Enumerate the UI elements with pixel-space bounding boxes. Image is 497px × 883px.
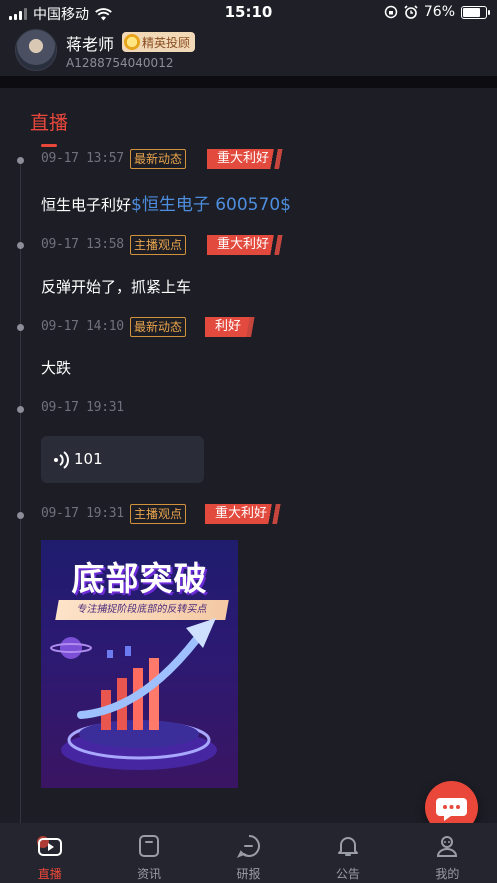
bell-icon (337, 837, 358, 856)
status-bar: 中国移动 15:10 76% (0, 0, 497, 26)
teacher-name: 蒋老师 (66, 35, 115, 54)
entry-time: 09-17 13:58 (41, 237, 124, 252)
voice-wave-icon (54, 451, 69, 469)
entry-time: 09-17 19:31 (41, 506, 124, 521)
tab-label: 资讯 (137, 867, 162, 881)
battery-percent: 76% (423, 4, 455, 20)
header-divider (0, 76, 497, 88)
chat-button[interactable] (425, 781, 478, 823)
status-right: 76% (384, 4, 490, 20)
rotation-lock-icon (384, 5, 398, 19)
battery-icon (461, 5, 490, 19)
tab-label: 直播 (37, 867, 62, 881)
profile-icon (437, 836, 458, 857)
impact-tag: 重大利好 (207, 149, 286, 169)
entry-time: 09-17 14:10 (41, 319, 124, 334)
tab-label: 研报 (236, 867, 261, 881)
section-title-underline (41, 144, 57, 147)
live-feed[interactable]: 直播 09-17 13:57 最新动态 重大利好 恒生电子利好$恒生电子 600… (0, 88, 497, 823)
chat-bubble-icon (436, 798, 467, 821)
tab-report[interactable]: 研报 (199, 823, 298, 883)
timeline-dot (17, 324, 24, 331)
medal-icon (124, 34, 140, 50)
voice-duration: 101 (74, 450, 103, 468)
profile-header: 蒋老师 精英投顾 A1288754040012 (0, 26, 497, 76)
timeline-dot (17, 242, 24, 249)
entry-time: 09-17 19:31 (41, 400, 124, 415)
news-icon (139, 835, 160, 857)
entry-text: 反弹开始了，抓紧上车 (41, 278, 192, 296)
timeline-dot (17, 157, 24, 164)
entry-time: 09-17 13:57 (41, 151, 124, 166)
category-tag: 主播观点 (130, 504, 187, 524)
impact-tag: 重大利好 (205, 504, 284, 524)
live-icon (36, 836, 62, 856)
tab-label: 公告 (335, 867, 360, 881)
tab-label: 我的 (435, 867, 460, 881)
alarm-icon (404, 5, 418, 19)
battery-fill (463, 7, 480, 17)
poster-illustration (50, 618, 217, 770)
advisor-badge: 精英投顾 (122, 32, 196, 52)
tab-live[interactable]: 直播 (0, 823, 99, 883)
advisor-badge-label: 精英投顾 (142, 35, 191, 50)
tab-announcements[interactable]: 公告 (298, 823, 397, 883)
entry-text-body: 恒生电子利好 (41, 196, 132, 214)
report-icon (236, 835, 260, 858)
entry-text: 恒生电子利好$恒生电子 600570$ (41, 190, 291, 215)
voice-message[interactable]: 101 (41, 436, 204, 483)
section-title: 直播 (30, 112, 69, 134)
avatar[interactable] (15, 29, 57, 71)
entry-text: 大跌 (41, 359, 72, 377)
tab-news[interactable]: 资讯 (99, 823, 198, 883)
impact-tag: 重大利好 (207, 235, 286, 255)
timeline-dot (17, 406, 24, 413)
category-tag: 最新动态 (130, 317, 187, 337)
stock-link[interactable]: $恒生电子 600570$ (131, 195, 291, 215)
timeline-dot (17, 512, 24, 519)
tab-profile[interactable]: 我的 (398, 823, 497, 883)
category-tag: 主播观点 (130, 235, 187, 255)
account-id: A1288754040012 (66, 56, 174, 70)
impact-tag: 利好 (205, 317, 258, 337)
bottom-tab-bar: 直播 资讯 研报 公告 我的 (0, 823, 497, 883)
category-tag: 最新动态 (130, 149, 187, 169)
poster-image[interactable]: 底部突破 专注捕捉阶段底部的反转买点 (41, 540, 238, 788)
timeline-line (20, 158, 21, 823)
